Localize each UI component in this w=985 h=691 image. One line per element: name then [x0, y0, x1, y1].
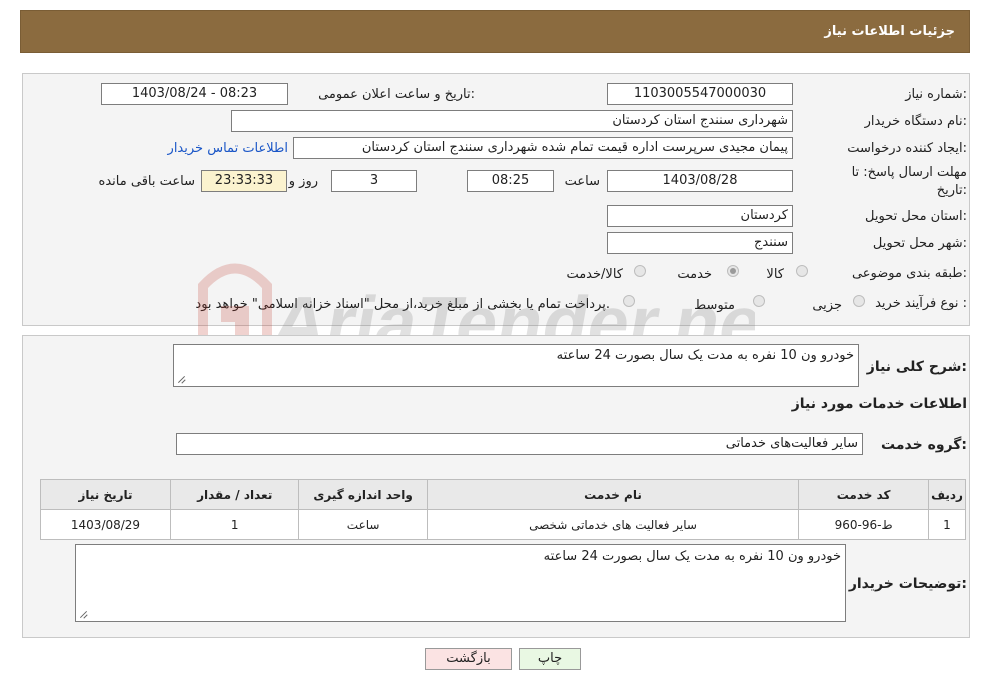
cell-unit: ساعت — [298, 509, 428, 540]
summary-textarea: خودرو ون 10 نفره به مدت یک سال بصورت 24 … — [173, 344, 859, 387]
category-goods-label: کالا — [766, 267, 784, 282]
deadline-date-field: 1403/08/28 — [607, 170, 793, 192]
service-group-label: گروه خدمت: — [881, 437, 967, 453]
category-goods-radio[interactable] — [796, 265, 808, 277]
province-field: کردستان — [607, 205, 793, 227]
cell-row-number: 1 — [928, 509, 966, 540]
col-date: تاریخ نیاز — [40, 479, 171, 510]
cell-quantity: 1 — [169, 509, 300, 540]
province-label: استان محل تحویل: — [865, 209, 967, 224]
need-number-label: شماره نیاز: — [905, 87, 967, 102]
col-unit: واحد اندازه گیری — [298, 479, 428, 510]
services-section-title: اطلاعات خدمات مورد نیاز — [791, 396, 967, 412]
resize-handle-icon[interactable] — [78, 609, 88, 619]
buyer-notes-text: خودرو ون 10 نفره به مدت یک سال بصورت 24 … — [543, 549, 841, 564]
deadline-time-label: ساعت — [564, 174, 600, 189]
city-label: شهر محل تحویل: — [872, 236, 967, 251]
service-group-field: سایر فعالیت‌های خدماتی — [176, 433, 863, 455]
page-title: جزئیات اطلاعات نیاز — [824, 24, 955, 39]
services-table: تاریخ نیاز تعداد / مقدار واحد اندازه گیر… — [40, 479, 966, 540]
need-number-field: 1103005547000030 — [607, 83, 793, 105]
resize-handle-icon[interactable] — [176, 374, 186, 384]
buyer-org-label: نام دستگاه خریدار: — [864, 114, 967, 129]
remaining-time-label: ساعت باقی مانده — [98, 174, 195, 189]
col-quantity: تعداد / مقدار — [169, 479, 300, 510]
buyer-notes-textarea: خودرو ون 10 نفره به مدت یک سال بصورت 24 … — [75, 544, 846, 622]
cell-service-name: سایر فعالیت های خدماتی شخصی — [426, 509, 800, 540]
table-header-row: تاریخ نیاز تعداد / مقدار واحد اندازه گیر… — [40, 479, 966, 510]
page-header: جزئیات اطلاعات نیاز — [20, 10, 970, 53]
col-row-number: ردیف — [928, 479, 966, 510]
announce-datetime-field: 1403/08/24 - 08:23 — [101, 83, 288, 105]
table-row: 1403/08/29 1 ساعت سایر فعالیت های خدماتی… — [40, 509, 966, 540]
summary-text: خودرو ون 10 نفره به مدت یک سال بصورت 24 … — [556, 348, 854, 363]
back-button[interactable]: بازگشت — [425, 648, 512, 670]
buyer-notes-label: توضیحات خریدار: — [848, 576, 967, 592]
buyer-org-field: شهرداری سنندج استان کردستان — [231, 110, 793, 132]
days-field: 3 — [331, 170, 417, 192]
announce-datetime-label: تاریخ و ساعت اعلان عمومی: — [318, 87, 475, 102]
process-type-label: نوع فرآیند خرید : — [875, 296, 967, 311]
creator-label: ایجاد کننده درخواست: — [847, 141, 967, 156]
col-service-code: کد خدمت — [798, 479, 929, 510]
process-minor-label: جزیی — [812, 298, 842, 313]
deadline-time-field: 08:25 — [467, 170, 554, 192]
deadline-date-label: تاریخ: — [936, 183, 967, 198]
cell-date: 1403/08/29 — [40, 509, 171, 540]
deadline-label: مهلت ارسال پاسخ: تا — [851, 165, 967, 180]
category-label: طبقه بندی موضوعی: — [851, 266, 967, 281]
summary-label: شرح کلی نیاز: — [866, 359, 967, 375]
buyer-contact-link[interactable]: اطلاعات تماس خریدار — [168, 141, 288, 156]
creator-field: پیمان مجیدی سرپرست اداره قیمت تمام شده ش… — [293, 137, 793, 159]
cell-service-code: ط-96-960 — [798, 509, 929, 540]
process-minor-radio[interactable] — [853, 295, 865, 307]
days-label: روز و — [288, 174, 318, 189]
col-service-name: نام خدمت — [426, 479, 800, 510]
print-button[interactable]: چاپ — [519, 648, 581, 670]
remaining-time-field: 23:33:33 — [201, 170, 287, 192]
